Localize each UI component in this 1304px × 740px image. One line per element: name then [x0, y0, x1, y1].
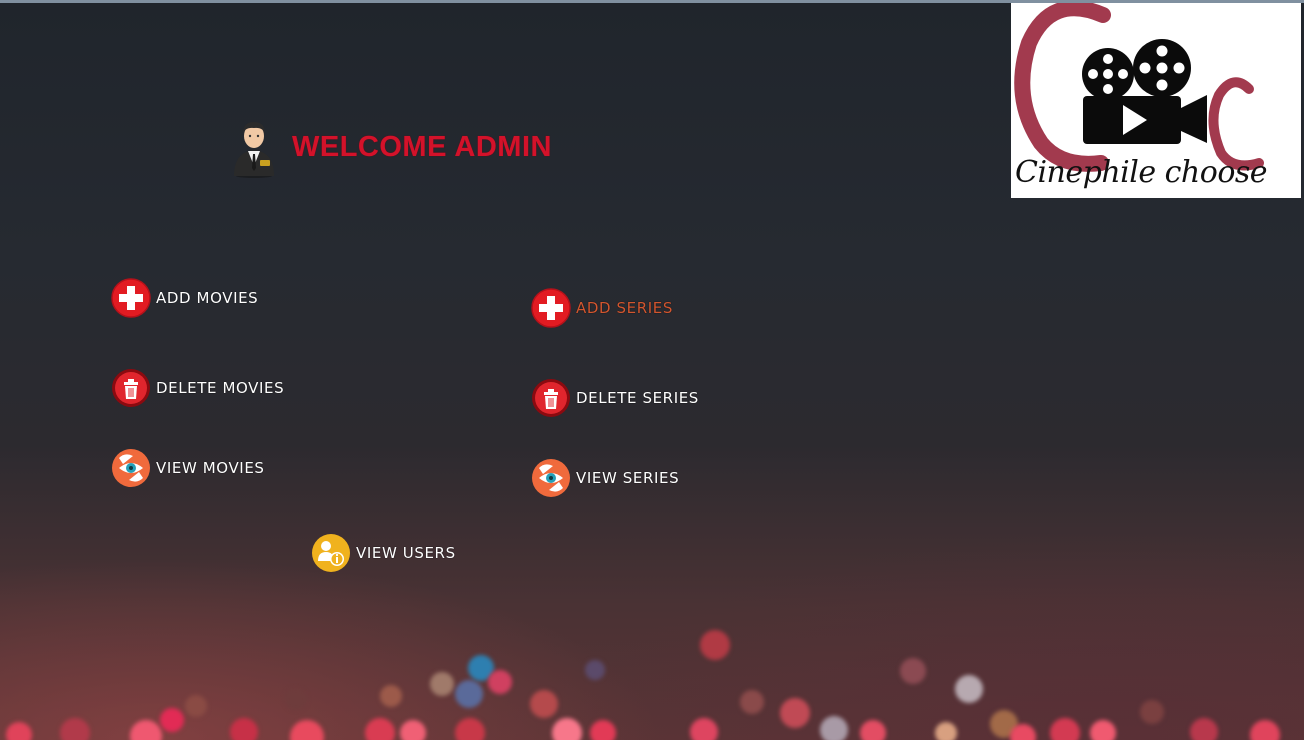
- add-icon: [531, 288, 571, 328]
- view-movies-button[interactable]: VIEW MOVIES: [111, 448, 265, 488]
- trash-icon: [112, 369, 150, 407]
- admin-avatar-icon: [234, 122, 274, 178]
- delete-movies-button[interactable]: DELETE MOVIES: [111, 368, 284, 408]
- background-bokeh: [0, 600, 1304, 740]
- welcome-title: WELCOME ADMIN: [292, 130, 552, 163]
- eye-icon: [532, 459, 570, 497]
- logo-text: Cinephile choose: [1015, 155, 1268, 190]
- cinephile-logo: Cinephile choose: [1011, 3, 1301, 198]
- add-series-button[interactable]: ADD SERIES: [531, 288, 673, 328]
- add-movies-label: ADD MOVIES: [156, 289, 259, 307]
- welcome-header: WELCOME ADMIN: [230, 116, 552, 178]
- add-icon: [111, 278, 151, 318]
- view-users-label: VIEW USERS: [356, 544, 456, 562]
- delete-movies-label: DELETE MOVIES: [156, 379, 285, 397]
- view-movies-label: VIEW MOVIES: [156, 459, 265, 477]
- delete-series-label: DELETE SERIES: [576, 389, 699, 407]
- add-series-label: ADD SERIES: [576, 299, 673, 317]
- trash-icon: [532, 379, 570, 417]
- view-users-button[interactable]: VIEW USERS: [311, 533, 456, 573]
- view-series-button[interactable]: VIEW SERIES: [531, 458, 679, 498]
- add-movies-button[interactable]: ADD MOVIES: [111, 278, 258, 318]
- delete-series-button[interactable]: DELETE SERIES: [531, 378, 699, 418]
- eye-icon: [112, 449, 150, 487]
- users-icon: [312, 534, 350, 572]
- view-series-label: VIEW SERIES: [576, 469, 680, 487]
